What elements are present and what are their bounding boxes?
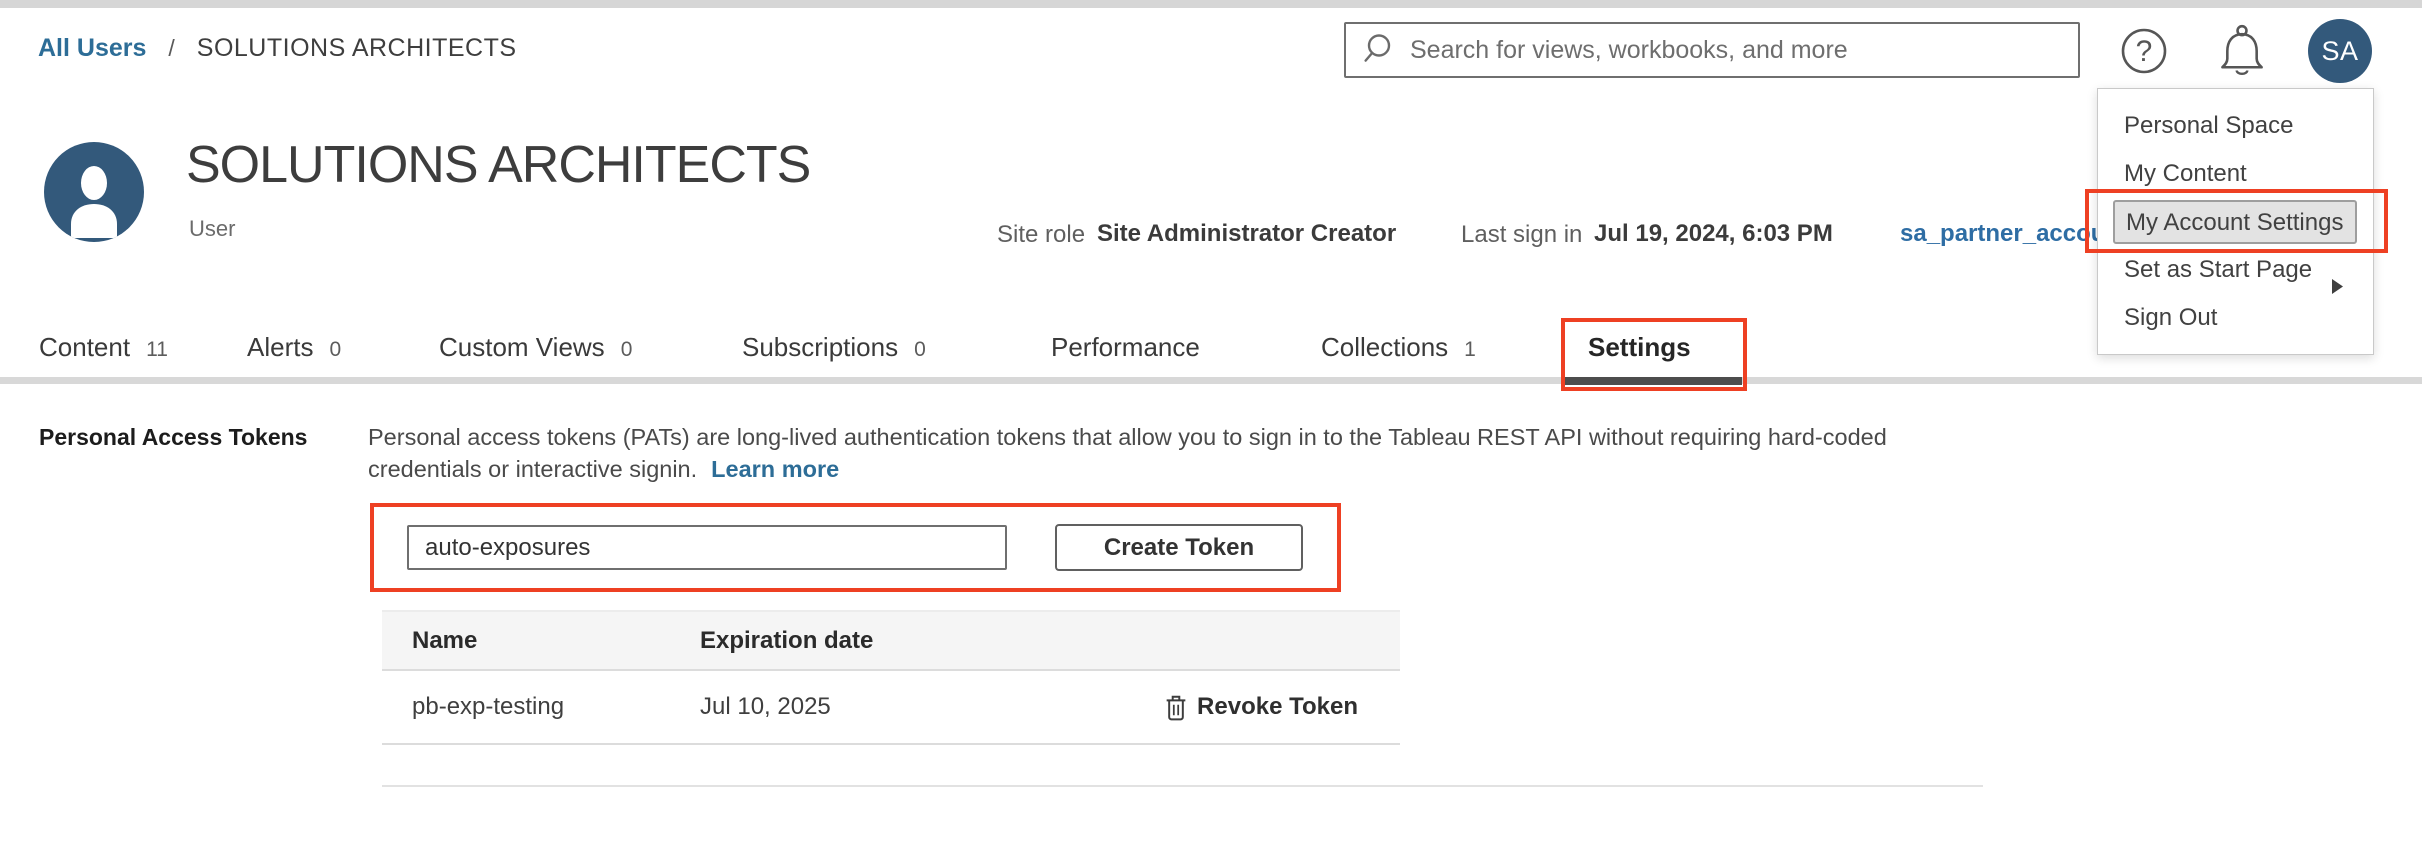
svg-text:?: ?: [2136, 35, 2153, 68]
create-token-button[interactable]: Create Token: [1055, 524, 1303, 571]
breadcrumb: All Users / SOLUTIONS ARCHITECTS: [38, 34, 517, 63]
notifications-button[interactable]: [2216, 23, 2268, 77]
learn-more-link[interactable]: Learn more: [711, 456, 839, 482]
account-avatar-button[interactable]: SA: [2308, 19, 2372, 83]
revoke-token-label: Revoke Token: [1197, 693, 1358, 721]
tab-label: Custom Views: [439, 332, 605, 363]
tab-count: 0: [914, 338, 926, 362]
user-type-label: User: [189, 216, 235, 242]
column-header-expiration: Expiration date: [700, 627, 1400, 655]
tab-collections[interactable]: Collections 1: [1321, 332, 1476, 377]
trash-icon: [1165, 694, 1187, 721]
token-table-header: Name Expiration date: [382, 610, 1400, 671]
user-avatar: [44, 142, 144, 242]
search-icon: [1362, 32, 1398, 68]
breadcrumb-current-user: SOLUTIONS ARCHITECTS: [197, 34, 517, 63]
menu-item-personal-space[interactable]: Personal Space: [2098, 102, 2373, 150]
account-menu: Personal Space My Content My Account Set…: [2097, 88, 2374, 355]
menu-item-set-as-start-page[interactable]: Set as Start Page: [2098, 246, 2373, 294]
menu-item-my-account-settings[interactable]: My Account Settings: [2113, 200, 2357, 244]
username-link[interactable]: sa_partner_accou: [1900, 220, 2097, 248]
search-bar[interactable]: [1344, 22, 2080, 78]
revoke-token-button[interactable]: Revoke Token: [1165, 693, 1358, 721]
tab-label: Alerts: [247, 332, 313, 363]
tab-label: Settings: [1588, 332, 1691, 363]
tableau-user-settings-page: All Users / SOLUTIONS ARCHITECTS ? SA: [0, 0, 2422, 850]
pat-description-line1: Personal access tokens (PATs) are long-l…: [368, 424, 1887, 450]
tab-content[interactable]: Content 11: [39, 332, 168, 377]
token-table-row: pb-exp-testing Jul 10, 2025 Revoke Token: [382, 671, 1400, 745]
pat-description-line2: credentials or interactive signin.: [368, 456, 697, 482]
tab-custom-views[interactable]: Custom Views 0: [439, 332, 632, 377]
token-table: Name Expiration date pb-exp-testing Jul …: [382, 610, 1400, 745]
tab-count: 0: [329, 338, 341, 362]
tab-performance[interactable]: Performance: [1051, 332, 1216, 377]
tab-alerts[interactable]: Alerts 0: [247, 332, 341, 377]
tab-bar-divider: [0, 377, 2422, 384]
page-title: SOLUTIONS ARCHITECTS: [186, 136, 810, 194]
tab-label: Content: [39, 332, 130, 363]
tab-count: 0: [621, 338, 633, 362]
token-name-input[interactable]: [407, 525, 1007, 570]
menu-item-my-content[interactable]: My Content: [2098, 150, 2373, 198]
site-role-label: Site role: [997, 221, 1085, 249]
menu-item-sign-out[interactable]: Sign Out: [2098, 294, 2373, 342]
token-name-cell: pb-exp-testing: [382, 693, 700, 721]
tab-label: Subscriptions: [742, 332, 898, 363]
window-top-strip: [0, 0, 2422, 8]
active-tab-indicator: [1565, 377, 1742, 385]
search-input[interactable]: [1410, 26, 2078, 74]
help-button[interactable]: ?: [2119, 26, 2169, 76]
tab-count: 11: [146, 338, 168, 362]
site-role-value: Site Administrator Creator: [1097, 220, 1396, 248]
tab-subscriptions[interactable]: Subscriptions 0: [742, 332, 926, 377]
tab-label: Performance: [1051, 332, 1200, 363]
last-sign-in-label: Last sign in: [1461, 221, 1582, 249]
tab-count: 1: [1464, 338, 1476, 362]
tab-label: Collections: [1321, 332, 1448, 363]
menu-item-label: Set as Start Page: [2124, 256, 2312, 283]
tab-settings[interactable]: Settings: [1588, 332, 1691, 377]
breadcrumb-separator: /: [168, 35, 174, 62]
pat-section-label: Personal Access Tokens: [39, 424, 307, 451]
last-sign-in-value: Jul 19, 2024, 6:03 PM: [1594, 220, 1833, 248]
breadcrumb-all-users-link[interactable]: All Users: [38, 34, 146, 63]
help-icon: ?: [2119, 26, 2169, 76]
avatar-initials: SA: [2321, 36, 2358, 67]
bell-icon: [2216, 23, 2268, 77]
token-expiration-cell: Jul 10, 2025: [700, 693, 1165, 721]
section-divider: [382, 785, 1983, 787]
pat-description: Personal access tokens (PATs) are long-l…: [368, 421, 1988, 485]
column-header-name: Name: [382, 627, 700, 655]
person-icon: [44, 142, 144, 242]
